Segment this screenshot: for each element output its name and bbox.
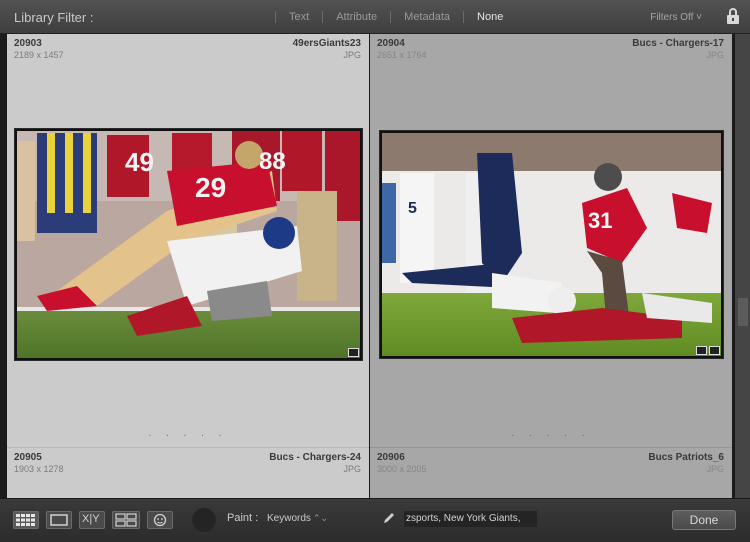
compare-view-button[interactable]: X|Y <box>79 511 105 529</box>
grid-cell-20903[interactable]: 20903 49ersGiants23 2189 x 1457 JPG 29 4… <box>7 34 369 447</box>
survey-view-icon <box>115 513 137 527</box>
cell-extension: JPG <box>706 464 724 474</box>
cell-filename: Bucs - Chargers-24 <box>269 452 361 463</box>
thumbnail-bucs-vs-chargers[interactable]: 5 31 <box>379 130 724 359</box>
divider <box>390 11 392 23</box>
svg-text:29: 29 <box>195 172 226 203</box>
stack-badge-icon[interactable] <box>348 348 359 357</box>
cell-dimensions: 1903 x 1278 <box>14 464 64 474</box>
keywords-input[interactable]: zsports, New York Giants, <box>404 511 537 527</box>
photo-bucs-vs-chargers-tackle: 5 31 <box>382 133 721 356</box>
cell-filename: Bucs Patriots_6 <box>648 452 724 463</box>
survey-view-button[interactable] <box>112 511 140 529</box>
right-panel-toggle[interactable] <box>738 298 748 326</box>
pen-icon <box>384 513 394 523</box>
cell-extension: JPG <box>343 50 361 60</box>
grid-view-icon <box>16 514 35 526</box>
filter-preset-dropdown[interactable]: Filters Off ˅ <box>650 12 702 23</box>
keyword-badge-icon[interactable] <box>696 346 707 355</box>
grid-view-button[interactable] <box>13 511 39 529</box>
bottom-toolbar: X|Y Paint : Keywords ⌃⌄ zsports, New Yor… <box>0 498 750 542</box>
compare-view-icon: X|Y <box>82 513 100 525</box>
svg-text:5: 5 <box>408 200 417 217</box>
svg-text:31: 31 <box>588 208 612 233</box>
cell-extension: JPG <box>343 464 361 474</box>
paint-label: Paint : <box>227 512 259 524</box>
people-view-icon <box>153 513 167 527</box>
filter-option-text[interactable]: Text <box>283 11 315 23</box>
grid-cell-20905[interactable]: 20905 Bucs - Chargers-24 1903 x 1278 JPG <box>7 447 369 498</box>
photo-49ers-vs-giants-tackle: 29 49 88 <box>17 131 360 358</box>
filter-option-attribute[interactable]: Attribute <box>330 11 383 23</box>
divider <box>463 11 465 23</box>
chevron-updown-icon[interactable]: ⌃⌄ <box>313 513 328 524</box>
svg-text:49: 49 <box>125 147 154 177</box>
cell-extension: JPG <box>706 50 724 60</box>
thumbnail-49ers-vs-giants[interactable]: 29 49 88 <box>14 128 363 361</box>
right-panel-edge <box>735 34 750 498</box>
cell-index: 20903 <box>14 38 42 49</box>
paint-mode-dropdown[interactable]: Keywords <box>267 513 311 524</box>
divider <box>322 11 324 23</box>
cell-filename: 49ersGiants23 <box>292 38 361 49</box>
cell-dimensions: 3000 x 2005 <box>377 464 427 474</box>
cell-options-dots: . . . . . <box>511 428 591 439</box>
cell-options-dots: . . . . . <box>148 428 228 439</box>
filter-options: Text Attribute Metadata None <box>268 11 509 23</box>
divider <box>275 11 276 23</box>
cell-index: 20905 <box>14 452 42 463</box>
cell-dimensions: 2189 x 1457 <box>14 50 64 60</box>
painter-spray-can-icon[interactable] <box>192 508 216 532</box>
grid-cell-20906[interactable]: 20906 Bucs Patriots_6 3000 x 2005 JPG <box>370 447 732 498</box>
loupe-view-button[interactable] <box>46 511 72 529</box>
library-filter-bar: Library Filter : Text Attribute Metadata… <box>0 0 750 34</box>
filter-option-none[interactable]: None <box>471 11 509 23</box>
filter-option-metadata[interactable]: Metadata <box>398 11 456 23</box>
grid-cell-20904[interactable]: 20904 Bucs - Chargers-17 2651 x 1764 JPG… <box>370 34 732 447</box>
cell-filename: Bucs - Chargers-17 <box>632 38 724 49</box>
cell-index: 20906 <box>377 452 405 463</box>
cell-index: 20904 <box>377 38 405 49</box>
cell-dimensions: 2651 x 1764 <box>377 50 427 60</box>
loupe-view-icon <box>50 514 68 526</box>
library-filter-title: Library Filter : <box>14 10 94 25</box>
lock-icon[interactable] <box>726 8 740 24</box>
svg-text:88: 88 <box>259 148 286 175</box>
people-view-button[interactable] <box>147 511 173 529</box>
stack-badge-icon[interactable] <box>709 346 720 355</box>
done-button[interactable]: Done <box>672 510 736 530</box>
